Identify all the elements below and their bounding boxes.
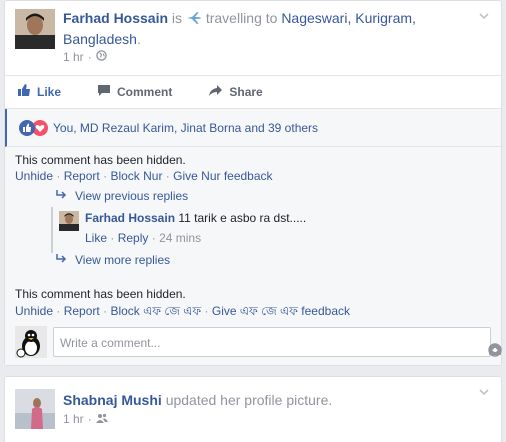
report-link[interactable]: Report [64,304,100,318]
sep: · [204,304,209,318]
block-link[interactable]: Block এফ জে এফ [110,304,201,318]
reply-author[interactable]: Farhad Hossain [85,211,175,225]
comment-input[interactable]: Write a comment... [53,327,502,357]
share-button[interactable]: Share [208,84,263,100]
post-header: Farhad Hossain is travelling to Nageswar… [63,9,463,49]
post-card: Shabnaj Mushi updated her profile pictur… [4,376,502,442]
view-previous-label: View previous replies [75,189,189,203]
activity-text: updated her profile picture. [165,392,333,408]
feedback-link[interactable]: Give এফ জে এফ feedback [212,304,350,318]
report-link[interactable]: Report [64,169,100,183]
thumbs-up-icon [17,83,31,100]
reply-body: Farhad Hossain 11 tarik e asbo ra dst...… [85,211,306,225]
feedback-link[interactable]: Give Nur feedback [173,169,272,183]
period: . [136,31,141,47]
post-header: Shabnaj Mushi updated her profile pictur… [63,391,463,410]
sep: · [56,169,61,183]
share-icon [208,84,223,100]
block-link[interactable]: Block Nur [110,169,162,183]
reply-comment: Farhad Hossain 11 tarik e asbo ra dst...… [51,207,497,253]
hidden-comment-notice: This comment has been hidden. [15,153,186,167]
my-avatar[interactable] [15,326,47,358]
author-name[interactable]: Farhad Hossain [63,10,168,26]
post-card: Farhad Hossain is travelling to Nageswar… [4,0,502,366]
sep: · [110,231,115,245]
comment-placeholder: Write a comment... [60,336,161,350]
reply-arrow-icon [55,189,67,203]
share-label: Share [229,84,263,99]
reactions-bar: You, MD Rezaul Karim, Jinat Borna and 39… [5,109,501,147]
comment-composer: Write a comment... [15,325,502,359]
comment-button[interactable]: Comment [97,84,172,100]
reply-avatar[interactable] [59,211,79,231]
author-name[interactable]: Shabnaj Mushi [63,392,162,408]
unhide-link[interactable]: Unhide [15,304,53,318]
author-avatar[interactable] [15,389,55,429]
emoji-icon[interactable] [488,343,502,360]
reply-actions: Like · Reply · 24 mins [85,231,201,245]
author-avatar[interactable] [15,9,55,49]
chevron-down-icon[interactable] [477,385,491,399]
like-reaction-icon[interactable] [19,119,35,136]
unhide-link[interactable]: Unhide [15,169,53,183]
reply-reply-link[interactable]: Reply [118,231,149,245]
reply-time[interactable]: 24 mins [159,231,201,245]
view-more-replies[interactable]: View more replies [55,253,170,267]
view-previous-replies[interactable]: View previous replies [55,189,188,203]
post-actions: Like Comment Share [5,75,501,107]
sep: · [151,231,156,245]
comment-label: Comment [117,84,173,99]
post-time[interactable]: 1 hr [63,50,84,64]
hidden-comment-actions: Unhide · Report · Block এফ জে এফ · Give … [15,303,350,323]
post-meta: 1 hr · [63,412,108,426]
comment-icon [97,84,111,100]
globe-icon [95,50,107,64]
reactions-summary[interactable]: You, MD Rezaul Karim, Jinat Borna and 39… [53,121,318,135]
meta-dot: · [87,412,92,426]
like-button[interactable]: Like [17,83,61,100]
sep: · [165,169,170,183]
reply-like-link[interactable]: Like [85,231,107,245]
view-more-label: View more replies [75,253,171,267]
airplane-icon [186,11,202,30]
comments-section: You, MD Rezaul Karim, Jinat Borna and 39… [5,108,502,365]
post-time[interactable]: 1 hr [63,412,84,426]
friends-icon [95,412,108,426]
activity-text: travelling to [205,10,278,26]
sep: · [103,304,108,318]
hidden-comment-actions: Unhide · Report · Block Nur · Give Nur f… [15,169,273,183]
reply-arrow-icon [55,253,67,267]
like-label: Like [37,84,62,99]
meta-dot: · [87,50,92,64]
sep: · [103,169,108,183]
sep: · [56,304,61,318]
reply-text: 11 tarik e asbo ra dst..... [178,211,307,225]
chevron-down-icon[interactable] [477,9,491,23]
is-text: is [171,10,183,26]
post-meta: 1 hr · [63,50,107,64]
hidden-comment-notice: This comment has been hidden. [15,287,186,301]
